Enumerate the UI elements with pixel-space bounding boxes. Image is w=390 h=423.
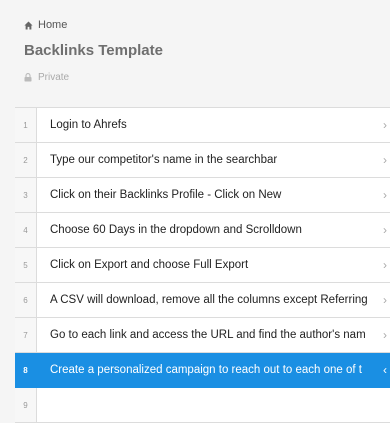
step-row[interactable]: 4 Choose 60 Days in the dropdown and Scr… [15,213,390,248]
step-number: 6 [15,283,37,317]
step-number: 8 [15,353,37,387]
step-row[interactable]: 3 Click on their Backlinks Profile - Cli… [15,178,390,213]
chevron-right-icon[interactable]: › [383,154,387,166]
step-text[interactable]: Go to each link and access the URL and f… [37,329,390,341]
step-text[interactable]: A CSV will download, remove all the colu… [37,294,390,306]
step-number: 4 [15,213,37,247]
step-text[interactable]: Click on their Backlinks Profile - Click… [37,189,390,201]
chevron-right-icon[interactable]: › [383,294,387,306]
step-row[interactable]: 2 Type our competitor's name in the sear… [15,143,390,178]
new-step-input[interactable] [37,405,390,406]
step-row[interactable]: 1 Login to Ahrefs › [15,108,390,143]
home-icon [24,20,33,30]
step-row[interactable]: 5 Click on Export and choose Full Export… [15,248,390,283]
step-text[interactable]: Click on Export and choose Full Export [37,259,390,271]
chevron-right-icon[interactable]: › [383,224,387,236]
chevron-right-icon[interactable]: › [383,329,387,341]
step-row-new[interactable]: 9 [15,388,390,423]
step-row[interactable]: 7 Go to each link and access the URL and… [15,318,390,353]
breadcrumb[interactable]: Home [24,19,67,31]
steps-list: 1 Login to Ahrefs › 2 Type our competito… [15,107,390,423]
step-number: 3 [15,178,37,212]
breadcrumb-home-label[interactable]: Home [38,19,67,31]
step-row[interactable]: 6 A CSV will download, remove all the co… [15,283,390,318]
step-text[interactable]: Login to Ahrefs [37,119,390,131]
step-text[interactable]: Create a personalized campaign to reach … [37,364,390,376]
chevron-right-icon[interactable]: › [383,189,387,201]
privacy-label: Private [38,72,70,83]
chevron-right-icon[interactable]: › [383,119,387,131]
step-number: 1 [15,108,37,142]
step-number: 7 [15,318,37,352]
chevron-left-icon[interactable]: ‹ [383,364,387,376]
step-number: 2 [15,143,37,177]
step-text[interactable]: Choose 60 Days in the dropdown and Scrol… [37,224,390,236]
lock-icon [24,73,32,82]
privacy-status: Private [24,72,69,83]
page-title: Backlinks Template [24,42,163,59]
chevron-right-icon[interactable]: › [383,259,387,271]
step-row-active[interactable]: 8 Create a personalized campaign to reac… [15,353,390,388]
step-text[interactable]: Type our competitor's name in the search… [37,154,390,166]
step-number: 5 [15,248,37,282]
